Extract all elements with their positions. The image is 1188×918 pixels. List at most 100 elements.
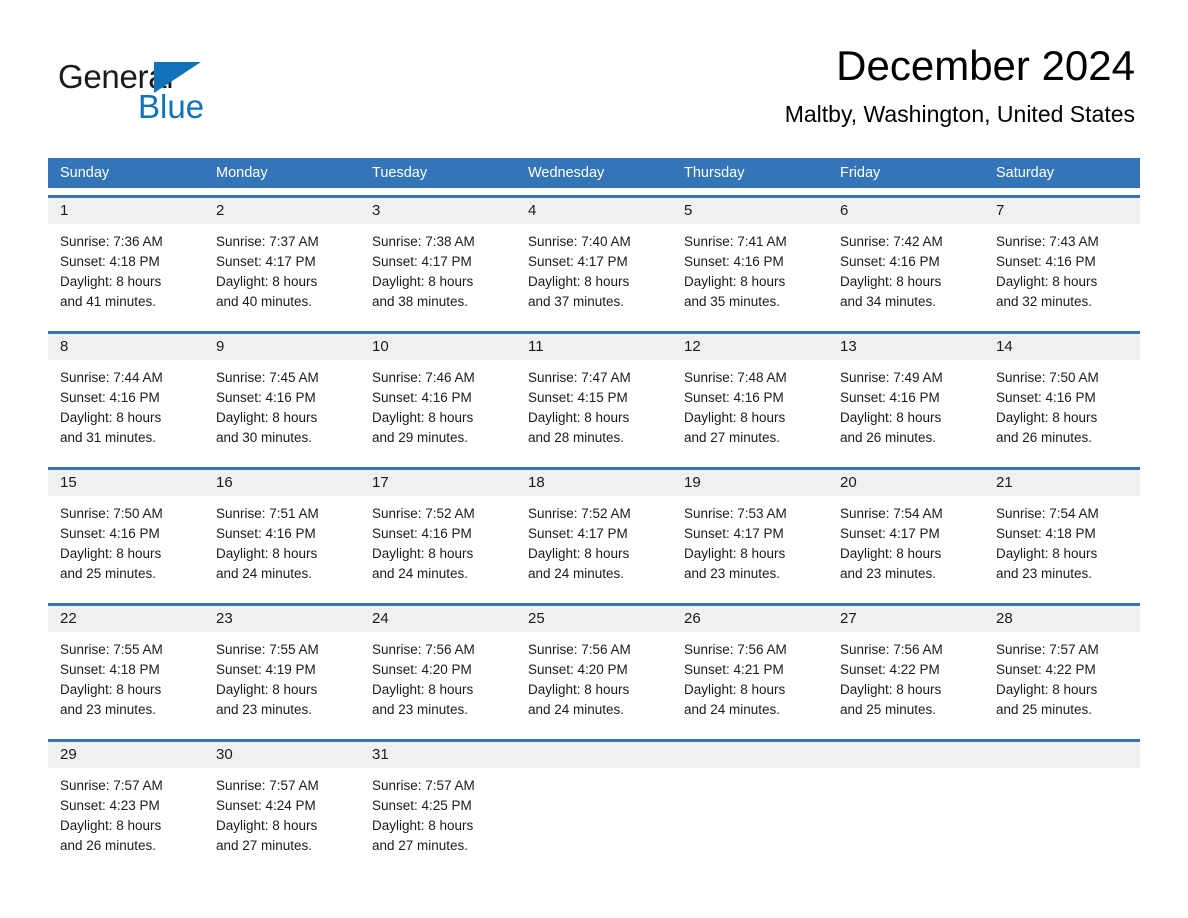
day-cell[interactable]: 6 Sunrise: 7:42 AM Sunset: 4:16 PM Daylight… (828, 198, 984, 324)
sunrise-text: Sunrise: 7:52 AM (372, 506, 475, 521)
day-details: Sunrise: 7:37 AM Sunset: 4:17 PM Daylight:… (204, 224, 360, 312)
day-cell-empty (672, 742, 828, 868)
day-cell[interactable]: 11 Sunrise: 7:47 AM Sunset: 4:15 PM Dayligh… (516, 334, 672, 460)
sunset-text: Sunset: 4:16 PM (684, 254, 784, 269)
day-details: Sunrise: 7:57 AM Sunset: 4:22 PM Daylight:… (984, 632, 1140, 720)
day-cell[interactable]: 16 Sunrise: 7:51 AM Sunset: 4:16 PM Dayligh… (204, 470, 360, 596)
day-cell[interactable]: 25 Sunrise: 7:56 AM Sunset: 4:20 PM Dayligh… (516, 606, 672, 732)
daylight-text-line1: Daylight: 8 hours (216, 546, 318, 561)
day-cell-empty (828, 742, 984, 868)
day-cell[interactable]: 7 Sunrise: 7:43 AM Sunset: 4:16 PM Daylight… (984, 198, 1140, 324)
day-details: Sunrise: 7:43 AM Sunset: 4:16 PM Daylight:… (984, 224, 1140, 312)
sunrise-text: Sunrise: 7:55 AM (60, 642, 163, 657)
day-number-band: 25 (516, 606, 672, 632)
day-number: 15 (60, 474, 77, 491)
day-cell[interactable]: 18 Sunrise: 7:52 AM Sunset: 4:17 PM Dayligh… (516, 470, 672, 596)
day-number-band (984, 742, 1140, 768)
day-details: Sunrise: 7:50 AM Sunset: 4:16 PM Daylight:… (984, 360, 1140, 448)
day-cell[interactable]: 15 Sunrise: 7:50 AM Sunset: 4:16 PM Dayligh… (48, 470, 204, 596)
day-cell[interactable]: 5 Sunrise: 7:41 AM Sunset: 4:16 PM Daylight… (672, 198, 828, 324)
day-number-band: 19 (672, 470, 828, 496)
day-details: Sunrise: 7:49 AM Sunset: 4:16 PM Daylight:… (828, 360, 984, 448)
sunset-text: Sunset: 4:22 PM (996, 662, 1096, 677)
day-cell[interactable]: 27 Sunrise: 7:56 AM Sunset: 4:22 PM Dayligh… (828, 606, 984, 732)
sunset-text: Sunset: 4:17 PM (528, 526, 628, 541)
page-header: General Blue December 2024 Maltby, Washi… (0, 0, 1188, 126)
day-cell[interactable]: 9 Sunrise: 7:45 AM Sunset: 4:16 PM Daylight… (204, 334, 360, 460)
day-number-band: 6 (828, 198, 984, 224)
sunrise-text: Sunrise: 7:54 AM (840, 506, 943, 521)
day-cell[interactable]: 1 Sunrise: 7:36 AM Sunset: 4:18 PM Daylight… (48, 198, 204, 324)
weekday-header-tuesday: Tuesday (372, 165, 428, 181)
sunrise-text: Sunrise: 7:49 AM (840, 370, 943, 385)
day-number-band: 12 (672, 334, 828, 360)
day-cell[interactable]: 17 Sunrise: 7:52 AM Sunset: 4:16 PM Dayligh… (360, 470, 516, 596)
daylight-text-line2: and 41 minutes. (60, 294, 157, 309)
day-details: Sunrise: 7:45 AM Sunset: 4:16 PM Daylight:… (204, 360, 360, 448)
daylight-text-line1: Daylight: 8 hours (372, 274, 474, 289)
generalblue-logo[interactable]: General Blue (58, 52, 278, 123)
sunrise-text: Sunrise: 7:43 AM (996, 234, 1099, 249)
day-cell[interactable]: 4 Sunrise: 7:40 AM Sunset: 4:17 PM Daylight… (516, 198, 672, 324)
day-number: 6 (840, 202, 849, 219)
sunset-text: Sunset: 4:16 PM (996, 390, 1096, 405)
day-number: 10 (372, 338, 389, 355)
day-cell[interactable]: 23 Sunrise: 7:55 AM Sunset: 4:19 PM Dayligh… (204, 606, 360, 732)
sunrise-text: Sunrise: 7:42 AM (840, 234, 943, 249)
day-number: 14 (996, 338, 1013, 355)
day-cell[interactable]: 13 Sunrise: 7:49 AM Sunset: 4:16 PM Dayligh… (828, 334, 984, 460)
sunrise-text: Sunrise: 7:46 AM (372, 370, 475, 385)
daylight-text-line2: and 32 minutes. (996, 294, 1093, 309)
weekday-header-saturday: Saturday (996, 165, 1055, 181)
day-cell[interactable]: 2 Sunrise: 7:37 AM Sunset: 4:17 PM Daylight… (204, 198, 360, 324)
day-number-band: 15 (48, 470, 204, 496)
day-number-band (516, 742, 672, 768)
sunrise-text: Sunrise: 7:41 AM (684, 234, 787, 249)
day-cell[interactable]: 12 Sunrise: 7:48 AM Sunset: 4:16 PM Dayligh… (672, 334, 828, 460)
sunrise-text: Sunrise: 7:38 AM (372, 234, 475, 249)
sunrise-text: Sunrise: 7:51 AM (216, 506, 319, 521)
day-details: Sunrise: 7:53 AM Sunset: 4:17 PM Daylight:… (672, 496, 828, 584)
day-number: 21 (996, 474, 1013, 491)
day-details: Sunrise: 7:38 AM Sunset: 4:17 PM Daylight:… (360, 224, 516, 312)
daylight-text-line2: and 37 minutes. (528, 294, 625, 309)
weekday-header-thursday: Thursday (684, 165, 745, 181)
daylight-text-line1: Daylight: 8 hours (216, 274, 318, 289)
day-number-band: 31 (360, 742, 516, 768)
day-cell[interactable]: 20 Sunrise: 7:54 AM Sunset: 4:17 PM Dayligh… (828, 470, 984, 596)
daylight-text-line2: and 25 minutes. (60, 566, 157, 581)
day-number: 13 (840, 338, 857, 355)
daylight-text-line1: Daylight: 8 hours (60, 546, 162, 561)
day-details: Sunrise: 7:52 AM Sunset: 4:16 PM Daylight:… (360, 496, 516, 584)
day-cell[interactable]: 31 Sunrise: 7:57 AM Sunset: 4:25 PM Dayligh… (360, 742, 516, 868)
daylight-text-line2: and 27 minutes. (684, 430, 781, 445)
day-cell[interactable]: 10 Sunrise: 7:46 AM Sunset: 4:16 PM Dayligh… (360, 334, 516, 460)
day-cell[interactable]: 28 Sunrise: 7:57 AM Sunset: 4:22 PM Dayligh… (984, 606, 1140, 732)
daylight-text-line2: and 40 minutes. (216, 294, 313, 309)
daylight-text-line2: and 24 minutes. (528, 566, 625, 581)
day-cell[interactable]: 29 Sunrise: 7:57 AM Sunset: 4:23 PM Dayligh… (48, 742, 204, 868)
day-cell[interactable]: 14 Sunrise: 7:50 AM Sunset: 4:16 PM Dayligh… (984, 334, 1140, 460)
day-cell[interactable]: 8 Sunrise: 7:44 AM Sunset: 4:16 PM Daylight… (48, 334, 204, 460)
day-cell[interactable]: 3 Sunrise: 7:38 AM Sunset: 4:17 PM Daylight… (360, 198, 516, 324)
day-cell[interactable]: 22 Sunrise: 7:55 AM Sunset: 4:18 PM Dayligh… (48, 606, 204, 732)
sunrise-text: Sunrise: 7:57 AM (216, 778, 319, 793)
day-number: 27 (840, 610, 857, 627)
day-number: 20 (840, 474, 857, 491)
day-cell[interactable]: 21 Sunrise: 7:54 AM Sunset: 4:18 PM Dayligh… (984, 470, 1140, 596)
daylight-text-line2: and 30 minutes. (216, 430, 313, 445)
day-cell-empty (516, 742, 672, 868)
day-number-band: 24 (360, 606, 516, 632)
daylight-text-line2: and 23 minutes. (216, 702, 313, 717)
sunrise-text: Sunrise: 7:57 AM (60, 778, 163, 793)
day-cell[interactable]: 24 Sunrise: 7:56 AM Sunset: 4:20 PM Dayligh… (360, 606, 516, 732)
day-details: Sunrise: 7:48 AM Sunset: 4:16 PM Daylight:… (672, 360, 828, 448)
day-cell[interactable]: 26 Sunrise: 7:56 AM Sunset: 4:21 PM Dayligh… (672, 606, 828, 732)
sunset-text: Sunset: 4:17 PM (840, 526, 940, 541)
sunset-text: Sunset: 4:18 PM (60, 254, 160, 269)
day-number: 28 (996, 610, 1013, 627)
sunrise-text: Sunrise: 7:55 AM (216, 642, 319, 657)
daylight-text-line2: and 23 minutes. (840, 566, 937, 581)
day-cell[interactable]: 19 Sunrise: 7:53 AM Sunset: 4:17 PM Dayligh… (672, 470, 828, 596)
day-cell[interactable]: 30 Sunrise: 7:57 AM Sunset: 4:24 PM Dayligh… (204, 742, 360, 868)
